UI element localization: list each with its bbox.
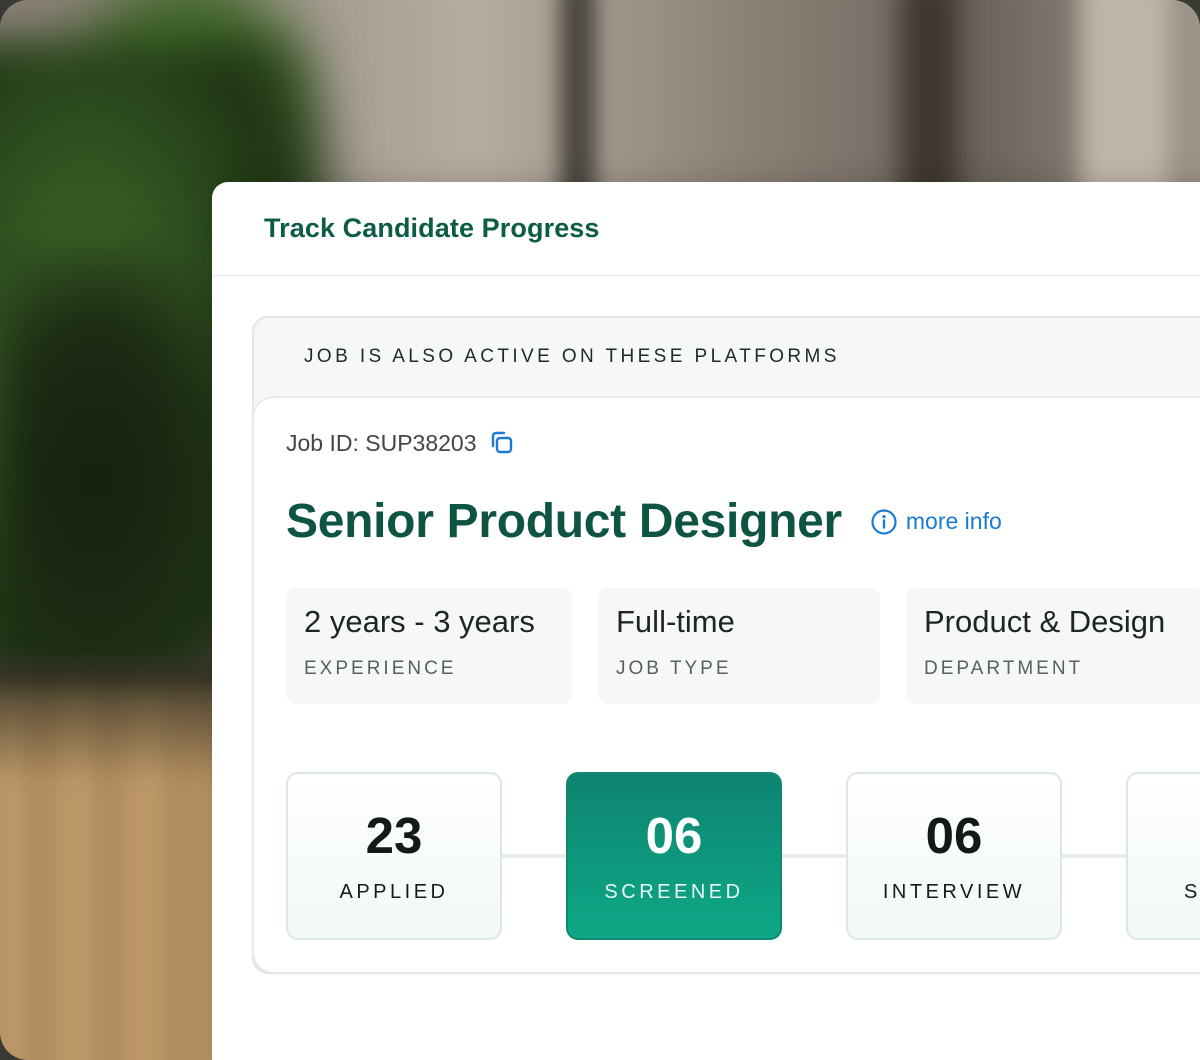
info-icon [871, 508, 897, 535]
more-info-label: more info [905, 508, 1002, 534]
stage-count: 06 [645, 807, 703, 864]
department-value: Product & Design [924, 604, 1166, 639]
stage-label: S [1184, 881, 1200, 903]
department-label: DEPARTMENT [924, 658, 1084, 679]
copy-icon[interactable] [487, 428, 517, 458]
stage-screened[interactable]: 06 SCREENED [566, 772, 782, 940]
stage-label: INTERVIEW [882, 881, 1026, 903]
stage-applied[interactable]: 23 APPLIED [286, 772, 502, 940]
job-title: Senior Product Designer [286, 495, 842, 548]
job-card: Job ID: SUP38203 Senior Product Designer… [252, 396, 1200, 974]
experience-box: 2 years - 3 years EXPERIENCE [286, 588, 572, 704]
background-plant [0, 250, 240, 710]
job-type-box: Full-time JOB TYPE [598, 588, 880, 704]
panel-header: Track Candidate Progress [212, 182, 1200, 276]
department-box: Product & Design DEPARTMENT [906, 588, 1200, 704]
pipeline: 23 APPLIED 06 SCREENED 06 INTERVIEW S [286, 772, 1200, 942]
job-id: Job ID: SUP38203 [286, 429, 477, 456]
stage-label: SCREENED [604, 881, 744, 903]
job-meta-row: 2 years - 3 years EXPERIENCE Full-time J… [286, 588, 1200, 704]
stage-label: APPLIED [339, 881, 449, 903]
experience-label: EXPERIENCE [304, 658, 457, 679]
background-shadow [0, 660, 240, 780]
candidate-progress-panel: Track Candidate Progress JOB IS ALSO ACT… [212, 182, 1200, 1060]
stage-count: 06 [925, 807, 983, 864]
stage-count: 23 [365, 807, 423, 864]
job-id-row: Job ID: SUP38203 [286, 428, 517, 458]
job-title-row: Senior Product Designer more info [286, 494, 1002, 549]
platforms-label: JOB IS ALSO ACTIVE ON THESE PLATFORMS [304, 346, 840, 367]
more-info-link[interactable]: more info [870, 508, 1002, 536]
job-type-value: Full-time [616, 604, 735, 639]
pipeline-connector [386, 854, 1200, 858]
stage-interview[interactable]: 06 INTERVIEW [846, 772, 1062, 940]
stage-count [1184, 810, 1200, 861]
job-type-label: JOB TYPE [616, 658, 732, 679]
panel-title: Track Candidate Progress [264, 213, 600, 243]
stage-partial[interactable]: S [1126, 772, 1200, 940]
experience-value: 2 years - 3 years [304, 604, 535, 639]
